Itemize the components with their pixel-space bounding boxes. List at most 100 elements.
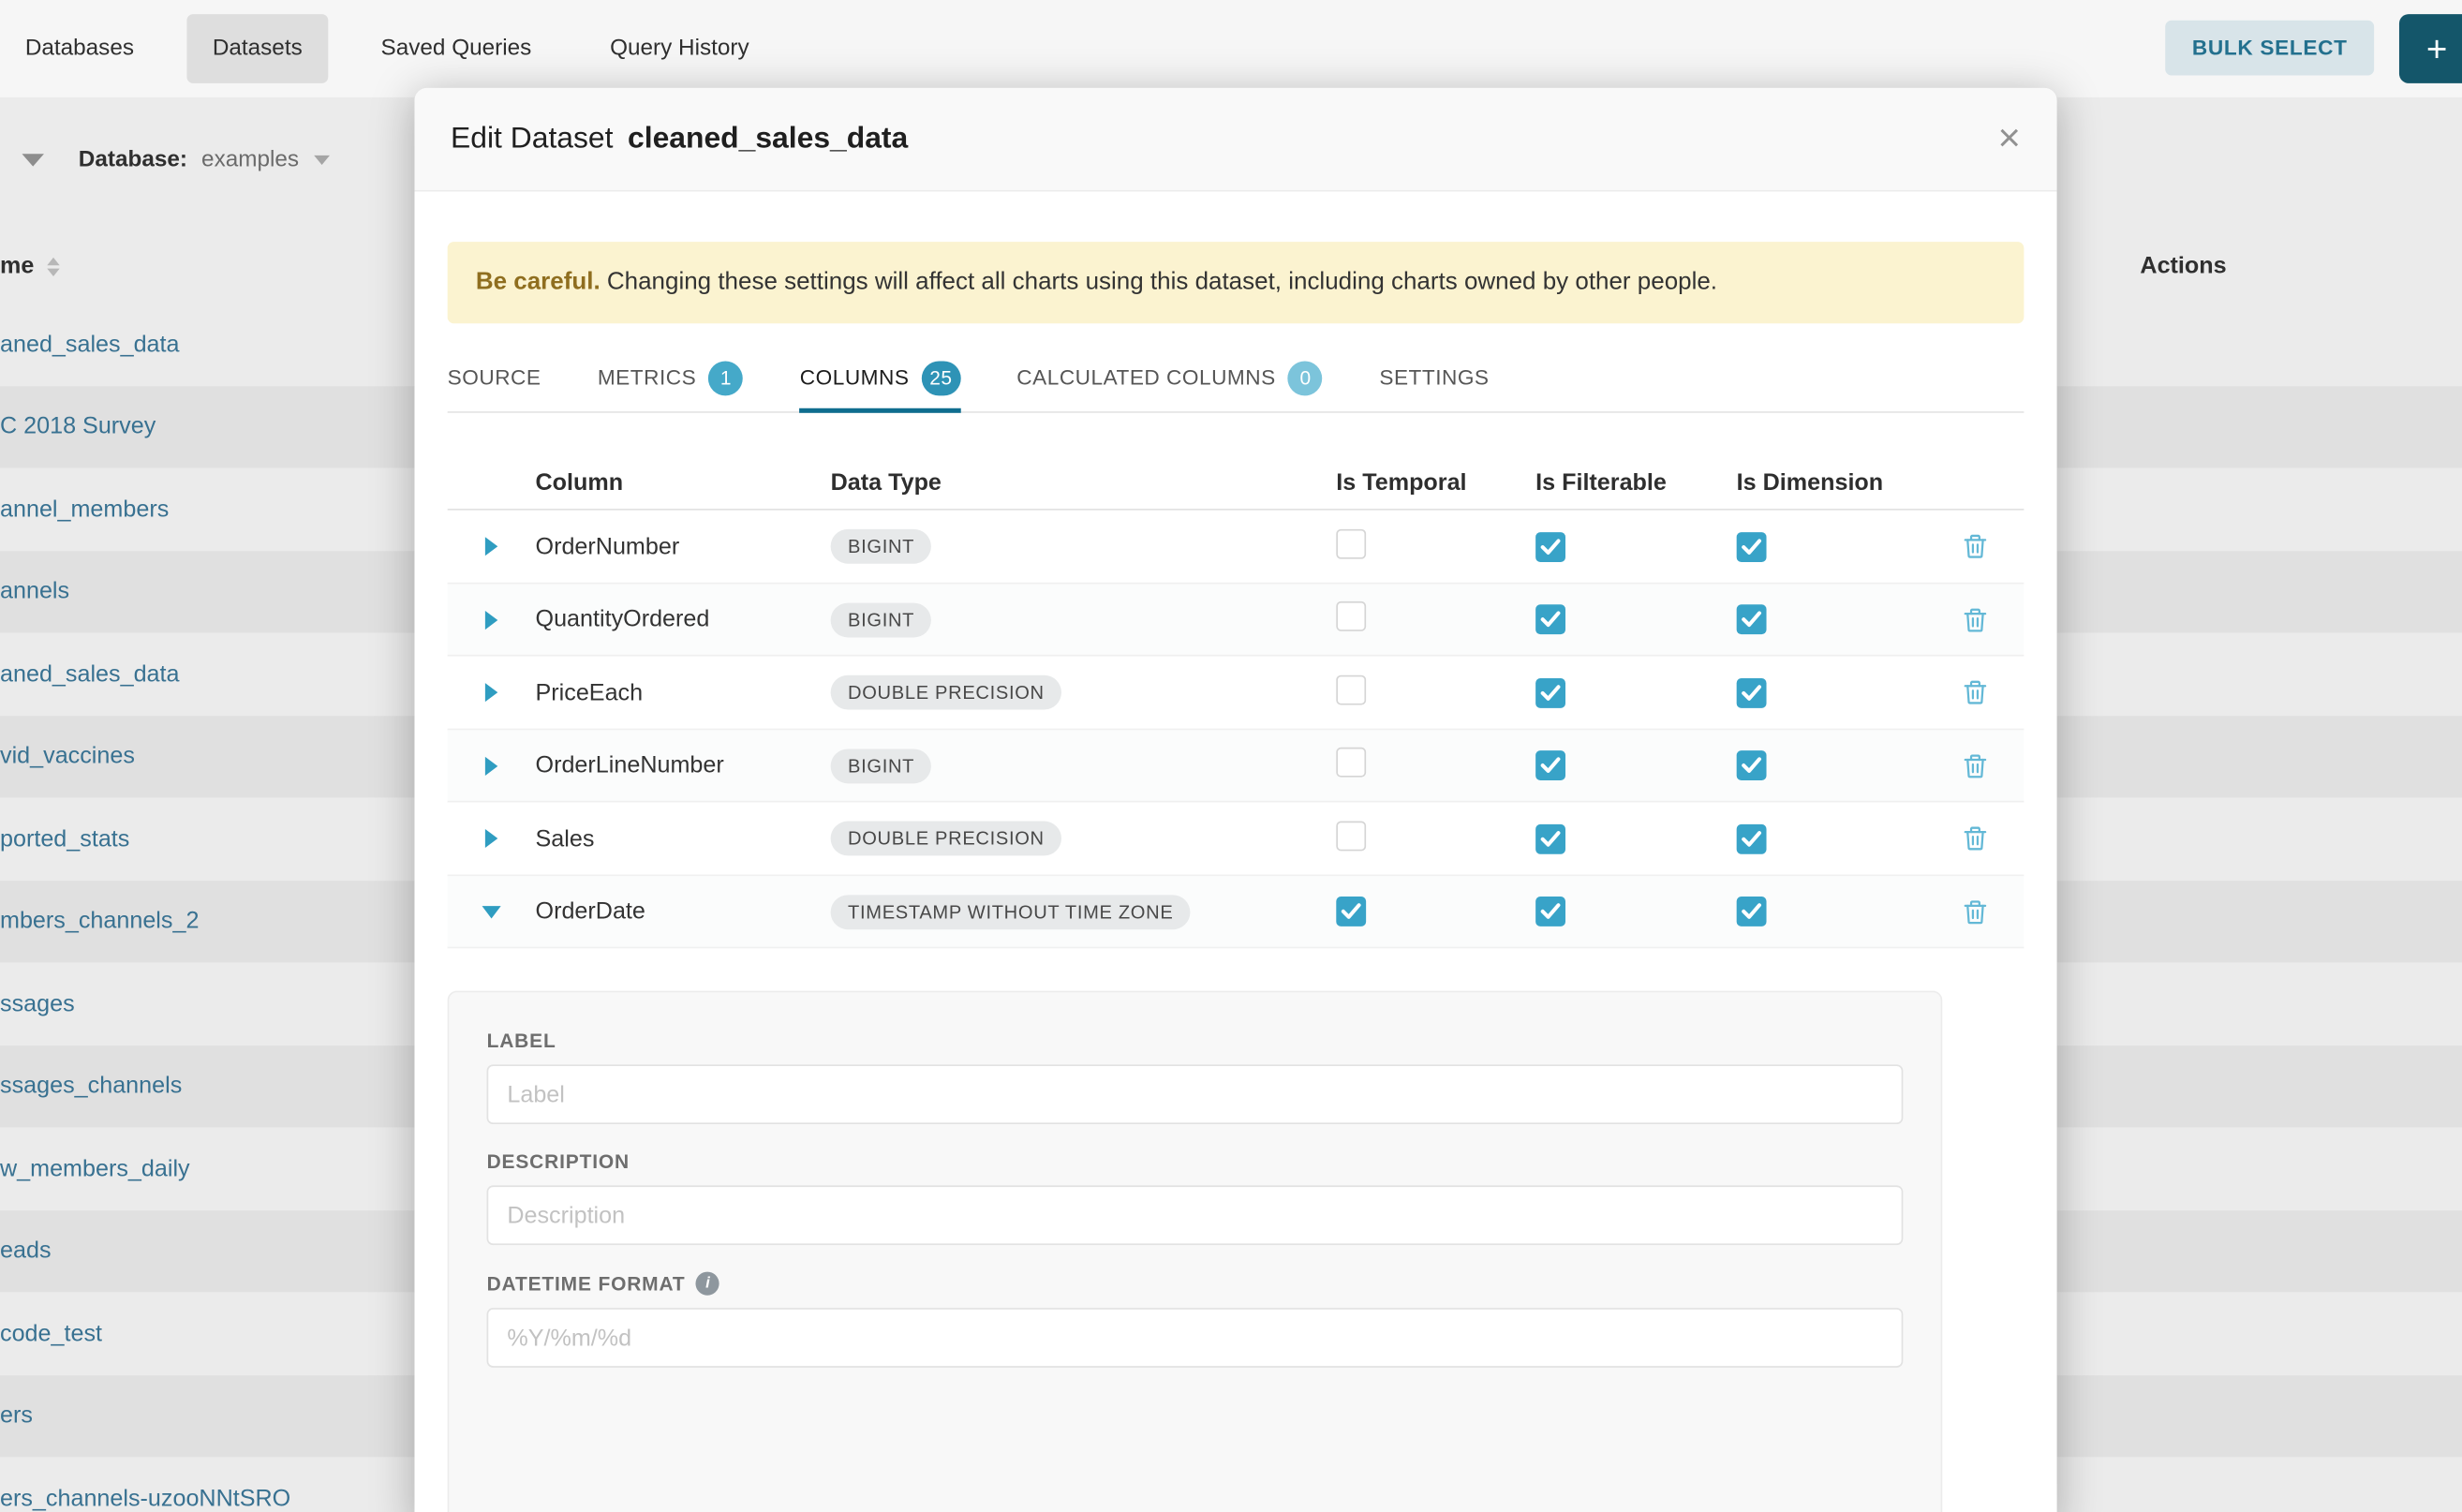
expand-caret-icon[interactable]	[485, 683, 497, 702]
is-filterable-checkbox[interactable]	[1535, 751, 1565, 781]
is-filterable-checkbox[interactable]	[1535, 897, 1565, 926]
bulk-select-button[interactable]: BULK SELECT	[2165, 21, 2374, 76]
column-header: Column	[536, 469, 831, 496]
is-temporal-checkbox[interactable]	[1336, 601, 1366, 631]
is-filterable-checkbox[interactable]	[1535, 532, 1565, 562]
modal-header: Edit Dataset cleaned_sales_data ×	[414, 88, 2056, 192]
datetime-format-input[interactable]	[487, 1309, 1904, 1369]
delete-column-icon[interactable]	[1961, 751, 1989, 779]
delete-column-icon[interactable]	[1961, 605, 1989, 633]
delete-column-icon[interactable]	[1961, 533, 1989, 561]
is-dimension-checkbox[interactable]	[1737, 823, 1767, 853]
warning-banner: Be careful. Changing these settings will…	[448, 242, 2024, 324]
info-icon[interactable]: i	[696, 1272, 719, 1296]
tab-count-badge: 1	[709, 361, 744, 395]
nav-tab-datasets[interactable]: Datasets	[187, 14, 328, 83]
description-input[interactable]	[487, 1186, 1904, 1246]
column-row: PriceEachDOUBLE PRECISION	[448, 657, 2024, 730]
nav-tab-list: Databases Datasets Saved Queries Query Hist…	[0, 14, 803, 83]
is-temporal-checkbox[interactable]	[1336, 748, 1366, 778]
label-field-group: LABEL	[487, 1030, 1904, 1125]
column-row: QuantityOrderedBIGINT	[448, 584, 2024, 657]
column-name: QuantityOrdered	[536, 606, 831, 632]
expand-caret-icon[interactable]	[485, 756, 497, 775]
data-type-pill: BIGINT	[831, 529, 932, 564]
columns-table-header: Column Data Type Is Temporal Is Filterab…	[448, 456, 2024, 511]
modal-title-prefix: Edit Dataset	[451, 122, 613, 155]
is-filterable-checkbox[interactable]	[1535, 605, 1565, 635]
column-name: OrderLineNumber	[536, 752, 831, 778]
delete-column-icon[interactable]	[1961, 678, 1989, 706]
column-row: OrderLineNumberBIGINT	[448, 730, 2024, 803]
data-type-pill: BIGINT	[831, 602, 932, 637]
edit-dataset-modal: Edit Dataset cleaned_sales_data × Be car…	[414, 88, 2056, 1512]
label-field-label: LABEL	[487, 1030, 1904, 1052]
column-row: OrderDateTIMESTAMP WITHOUT TIME ZONE	[448, 876, 2024, 949]
data-type-pill: DOUBLE PRECISION	[831, 675, 1062, 710]
datetime-format-label-text: DATETIME FORMAT	[487, 1273, 686, 1295]
is-temporal-checkbox[interactable]	[1336, 821, 1366, 851]
tab-label: COLUMNS	[800, 366, 910, 390]
column-name: Sales	[536, 825, 831, 852]
data-type-pill: DOUBLE PRECISION	[831, 822, 1062, 856]
description-field-group: DESCRIPTION	[487, 1151, 1904, 1246]
is-dimension-header: Is Dimension	[1737, 469, 1927, 496]
datetime-format-field-label: DATETIME FORMAT i	[487, 1272, 1904, 1296]
is-dimension-checkbox[interactable]	[1737, 751, 1767, 781]
is-filterable-checkbox[interactable]	[1535, 823, 1565, 853]
is-filterable-header: Is Filterable	[1535, 469, 1737, 496]
nav-tab-saved-queries[interactable]: Saved Queries	[356, 14, 556, 83]
is-temporal-checkbox[interactable]	[1336, 674, 1366, 704]
nav-tab-databases[interactable]: Databases	[0, 14, 159, 83]
data-type-pill: BIGINT	[831, 749, 932, 783]
modal-tab-list: SOURCE METRICS 1 COLUMNS 25 CALCULATED COLUMN…	[448, 345, 2024, 414]
expand-caret-icon[interactable]	[485, 611, 497, 630]
add-dataset-button[interactable]: +	[2399, 14, 2462, 83]
column-row: SalesDOUBLE PRECISION	[448, 803, 2024, 876]
tab-count-badge: 0	[1288, 361, 1323, 395]
datetime-format-field-group: DATETIME FORMAT i	[487, 1272, 1904, 1368]
tab-label: SETTINGS	[1379, 366, 1489, 390]
label-input[interactable]	[487, 1065, 1904, 1125]
description-field-label: DESCRIPTION	[487, 1151, 1904, 1173]
is-dimension-checkbox[interactable]	[1737, 605, 1767, 635]
modal-tab-settings[interactable]: SETTINGS	[1379, 345, 1489, 412]
column-name: PriceEach	[536, 679, 831, 705]
modal-tab-columns[interactable]: COLUMNS 25	[800, 345, 960, 412]
is-temporal-checkbox[interactable]	[1336, 897, 1366, 926]
modal-tab-calculated-columns[interactable]: CALCULATED COLUMNS 0	[1016, 345, 1323, 412]
collapse-caret-icon[interactable]	[482, 906, 501, 918]
expand-caret-icon[interactable]	[485, 829, 497, 848]
warning-bold-text: Be careful.	[476, 269, 601, 295]
is-dimension-checkbox[interactable]	[1737, 897, 1767, 926]
data-type-header: Data Type	[831, 469, 1337, 496]
is-dimension-checkbox[interactable]	[1737, 678, 1767, 708]
is-temporal-header: Is Temporal	[1336, 469, 1535, 496]
nav-tab-query-history[interactable]: Query History	[585, 14, 774, 83]
column-name: OrderDate	[536, 898, 831, 925]
tab-count-badge: 25	[922, 361, 960, 395]
modal-tab-source[interactable]: SOURCE	[448, 345, 541, 412]
app: Databases Datasets Saved Queries Query Hist…	[0, 0, 2462, 1512]
expand-caret-icon[interactable]	[485, 538, 497, 556]
modal-title-dataset-name: cleaned_sales_data	[628, 122, 908, 155]
top-nav: Databases Datasets Saved Queries Query Hist…	[0, 0, 2462, 97]
tab-label: METRICS	[598, 366, 696, 390]
delete-column-icon[interactable]	[1961, 824, 1989, 852]
warning-text: Changing these settings will affect all …	[601, 269, 1717, 295]
delete-column-icon[interactable]	[1961, 897, 1989, 926]
modal-title: Edit Dataset cleaned_sales_data	[451, 122, 908, 156]
column-row: OrderNumberBIGINT	[448, 511, 2024, 584]
modal-body: Be careful. Changing these settings will…	[414, 242, 2056, 1512]
tab-label: SOURCE	[448, 366, 541, 390]
modal-tab-metrics[interactable]: METRICS 1	[598, 345, 744, 412]
column-name: OrderNumber	[536, 533, 831, 559]
is-dimension-checkbox[interactable]	[1737, 532, 1767, 562]
is-temporal-checkbox[interactable]	[1336, 528, 1366, 558]
columns-table-body: OrderNumberBIGINTQuantityOrderedBIGINTPr…	[448, 511, 2024, 949]
is-filterable-checkbox[interactable]	[1535, 678, 1565, 708]
data-type-pill: TIMESTAMP WITHOUT TIME ZONE	[831, 895, 1191, 929]
close-icon[interactable]: ×	[1998, 119, 2021, 158]
tab-label: CALCULATED COLUMNS	[1016, 366, 1275, 390]
column-detail-panel: LABEL DESCRIPTION DATETIME FORMAT i	[448, 991, 1943, 1512]
